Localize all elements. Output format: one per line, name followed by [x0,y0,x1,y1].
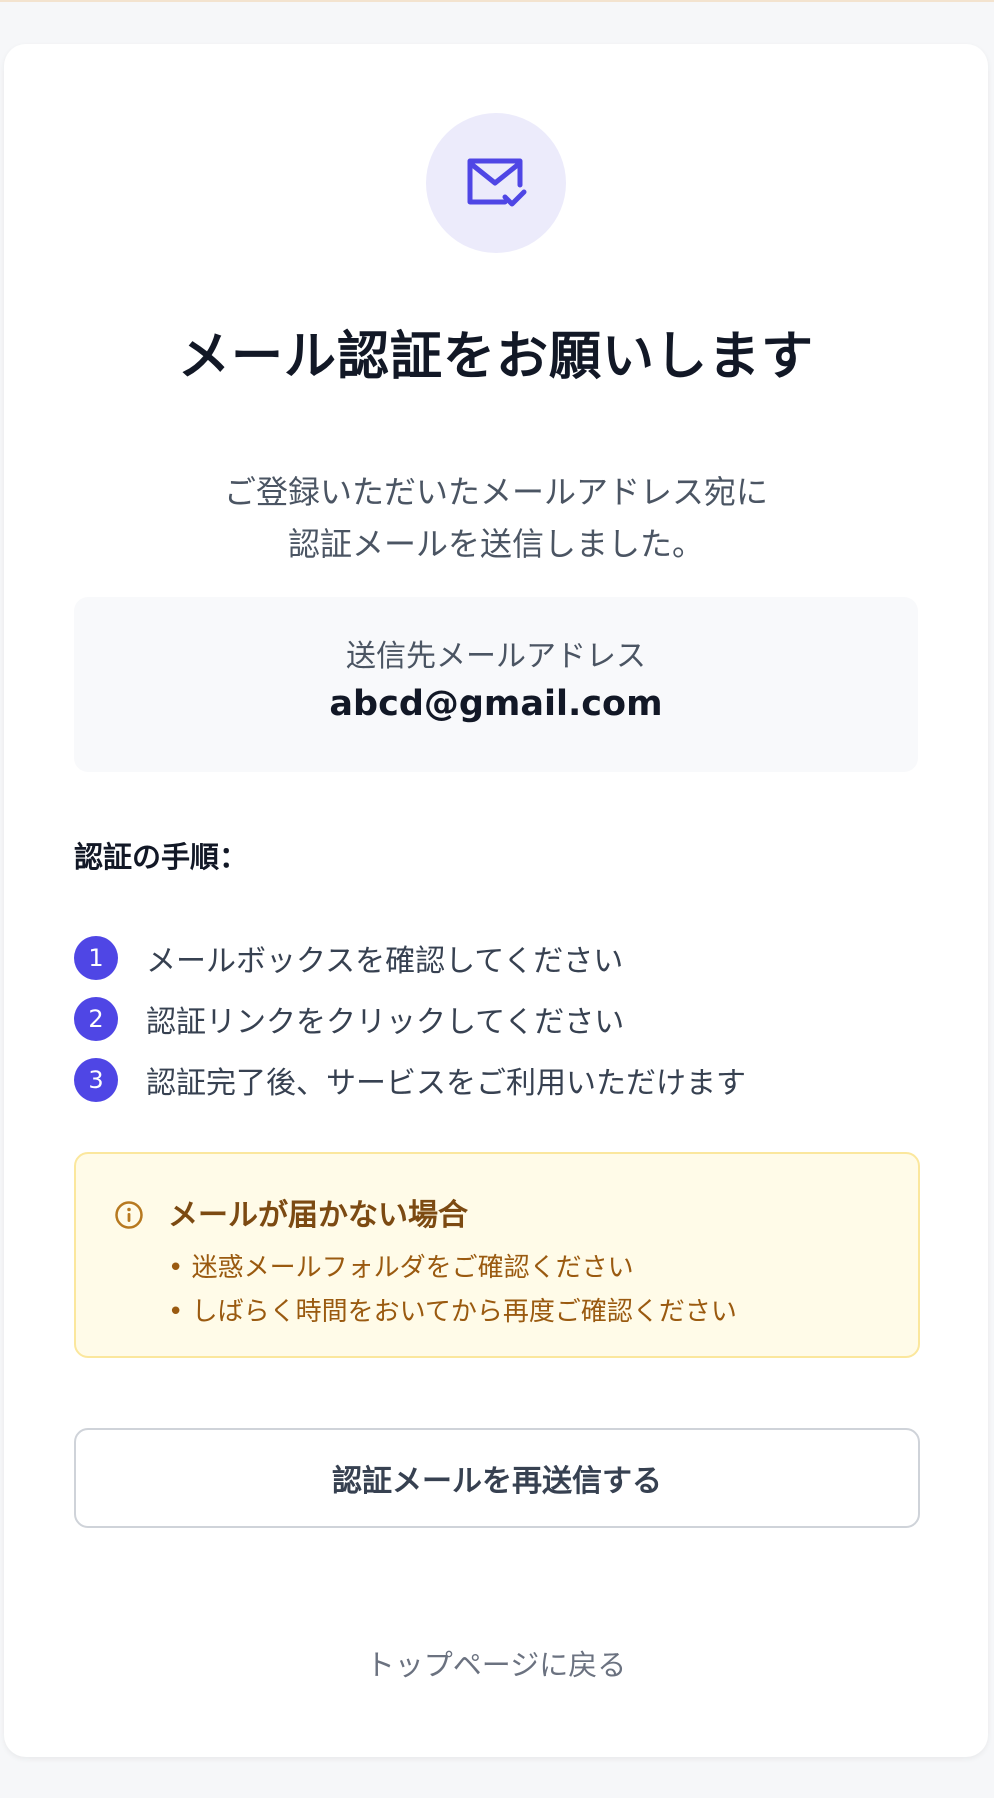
steps-heading: 認証の手順： [74,840,249,874]
step-number-badge: 2 [74,997,118,1041]
step-text: メールボックスを確認してください [146,944,624,979]
notice-item: • しばらく時間をおいてから再度ご確認ください [168,1297,737,1327]
info-icon [115,1201,143,1229]
step-text: 認証リンクをクリックしてください [146,1005,625,1040]
top-border [0,0,994,2]
delivery-notice: メールが届かない場合 • 迷惑メールフォルダをご確認ください • しばらく時間を… [74,1152,920,1358]
step-number-badge: 3 [74,1058,118,1102]
step-number-badge: 1 [74,936,118,980]
notice-title: メールが届かない場合 [168,1198,468,1233]
verification-card: メール認証をお願いします ご登録いただいたメールアドレス宛に 認証メールを送信し… [4,44,988,1757]
step-item: 2 認証リンクをクリックしてください [74,997,624,1041]
resend-email-button[interactable]: 認証メールを再送信する [74,1428,920,1528]
mail-check-icon [467,158,527,207]
page-title: メール認証をお願いします [177,327,814,387]
step-item: 1 メールボックスを確認してください [74,936,623,980]
back-to-top-link[interactable]: トップページに戻る [4,1642,988,1684]
subtitle-line-2: 認証メールを送信しました。 [287,525,704,563]
email-address: abcd@gmail.com [329,684,663,724]
notice-item: • 迷惑メールフォルダをご確認ください [168,1253,634,1283]
subtitle-line-1: ご登録いただいたメールアドレス宛に [223,473,768,511]
page-subtitle: ご登録いただいたメールアドレス宛に 認証メールを送信しました。 [4,466,988,570]
mail-icon-badge [426,113,566,253]
email-label: 送信先メールアドレス [346,639,646,674]
step-text: 認証完了後、サービスをご利用いただけます [146,1066,746,1101]
step-item: 3 認証完了後、サービスをご利用いただけます [74,1058,746,1102]
